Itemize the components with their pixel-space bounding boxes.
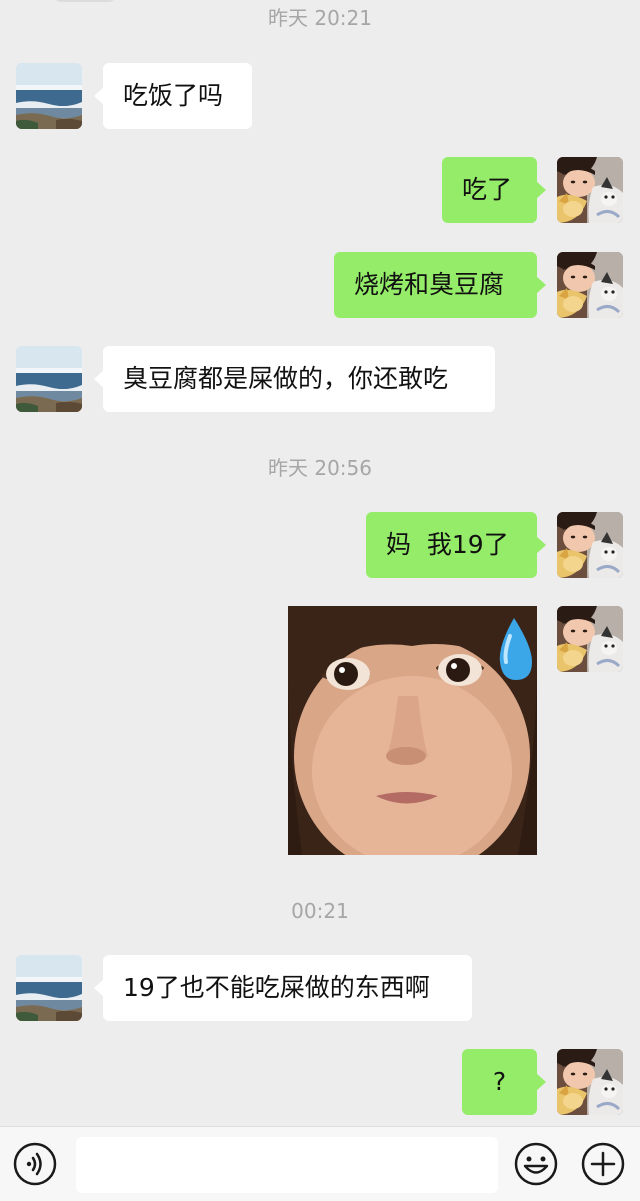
plus-icon[interactable] <box>580 1141 626 1187</box>
crying-child-sticker[interactable] <box>288 606 537 855</box>
my-avatar-icon[interactable] <box>557 606 623 672</box>
contact-avatar-icon[interactable] <box>16 955 82 1021</box>
my-avatar-icon[interactable] <box>557 252 623 318</box>
contact-avatar-icon[interactable] <box>16 346 82 412</box>
message-bubble-outgoing[interactable]: 烧烤和臭豆腐 <box>334 252 546 318</box>
emoji-icon[interactable] <box>513 1141 559 1187</box>
message-input[interactable] <box>76 1137 498 1193</box>
message-bubble-incoming[interactable]: 吃饭了吗 <box>94 63 252 129</box>
message-bubble-outgoing[interactable]: 妈 我19了 <box>366 512 546 578</box>
input-bar <box>0 1126 640 1201</box>
message-bubble-outgoing[interactable]: ? <box>462 1049 546 1115</box>
previous-message-fragment <box>55 0 115 2</box>
message-bubble-outgoing[interactable]: 吃了 <box>442 157 546 223</box>
message-bubble-incoming[interactable]: 臭豆腐都是屎做的，你还敢吃 <box>94 346 495 412</box>
chat-area[interactable]: 昨天 20:21 吃饭了吗 吃了 烧烤和臭豆腐 臭豆腐都是屎做的，你还敢吃 昨天… <box>0 0 640 1126</box>
contact-avatar-icon[interactable] <box>16 63 82 129</box>
my-avatar-icon[interactable] <box>557 1049 623 1115</box>
timestamp: 昨天 20:56 <box>268 456 372 480</box>
my-avatar-icon[interactable] <box>557 157 623 223</box>
timestamp: 00:21 <box>291 899 349 923</box>
voice-icon[interactable] <box>12 1141 58 1187</box>
message-bubble-incoming[interactable]: 19了也不能吃屎做的东西啊 <box>94 955 472 1021</box>
my-avatar-icon[interactable] <box>557 512 623 578</box>
timestamp: 昨天 20:21 <box>268 6 372 30</box>
